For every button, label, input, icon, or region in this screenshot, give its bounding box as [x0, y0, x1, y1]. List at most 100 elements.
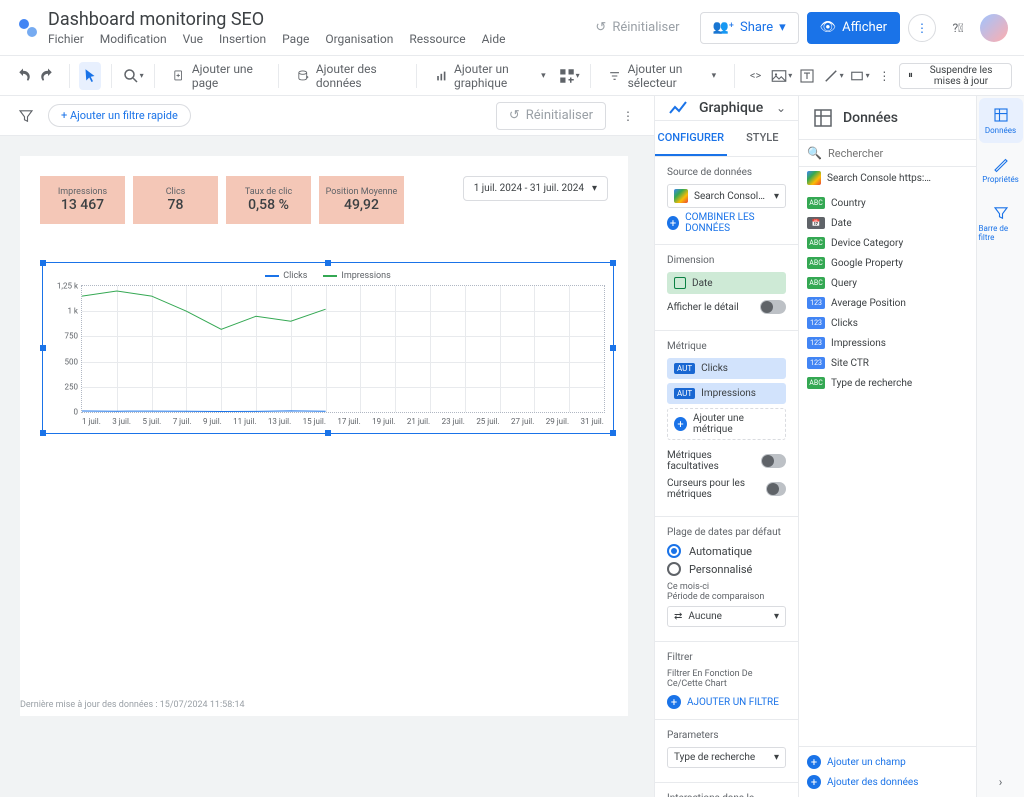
- search-icon: 🔍: [807, 146, 822, 160]
- kpi-position-moyenne[interactable]: Position Moyenne49,92: [319, 176, 404, 224]
- metric-sliders-toggle[interactable]: [766, 482, 786, 496]
- tab-configurer[interactable]: CONFIGURER: [655, 121, 727, 156]
- caret-down-icon: ▾: [774, 191, 779, 202]
- rail-proprietes[interactable]: Propriétés: [979, 147, 1023, 192]
- metric-chip-impressions[interactable]: AUTImpressions: [667, 383, 786, 404]
- compare-select[interactable]: ⇄Aucune▾: [667, 606, 786, 627]
- share-button[interactable]: 👥⁺Share▾: [700, 12, 799, 44]
- kpi-taux-clic[interactable]: Taux de clic0,58 %: [226, 176, 311, 224]
- menu-modification[interactable]: Modification: [100, 32, 167, 46]
- panel-title: Graphique: [699, 100, 768, 116]
- show-detail-label: Afficher le détail: [667, 302, 739, 313]
- data-icon: [811, 106, 835, 130]
- add-page-button[interactable]: Ajouter une page: [164, 62, 267, 90]
- add-field-link[interactable]: +Ajouter un champ: [807, 755, 906, 769]
- field-item[interactable]: ABCQuery: [799, 273, 976, 293]
- suspend-updates-button[interactable]: ⏸Suspendre les mises à jour: [899, 63, 1012, 89]
- zoom-button[interactable]: ▾: [122, 62, 144, 90]
- field-item[interactable]: 123Clicks: [799, 313, 976, 333]
- metric-chip-clicks[interactable]: AUTClicks: [667, 358, 786, 379]
- radio-custom[interactable]: Personnalisé: [667, 562, 786, 576]
- add-metric-chip[interactable]: +Ajouter une métrique: [667, 408, 786, 440]
- rail-expand-icon[interactable]: ›: [991, 767, 1011, 797]
- menu-ressource[interactable]: Ressource: [409, 32, 465, 46]
- selection-tool[interactable]: [79, 62, 100, 90]
- kpi-impressions[interactable]: Impressions13 467: [40, 176, 125, 224]
- image-button[interactable]: ▾: [770, 62, 792, 90]
- search-input[interactable]: [828, 147, 968, 160]
- caret-down-icon: ▾: [779, 20, 786, 35]
- show-detail-toggle[interactable]: [760, 300, 786, 314]
- field-item[interactable]: ABCType de recherche: [799, 373, 976, 393]
- more-options-button[interactable]: ⋮: [908, 14, 936, 42]
- redo-button[interactable]: [37, 62, 58, 90]
- pause-icon: ⏸: [908, 70, 913, 81]
- parameter-select[interactable]: Type de recherche▾: [667, 747, 786, 768]
- field-item[interactable]: ABCDevice Category: [799, 233, 976, 253]
- filter-reinit-button[interactable]: ↺Réinitialiser: [496, 102, 606, 130]
- report-page[interactable]: Impressions13 467 Clics78 Taux de clic0,…: [20, 156, 628, 716]
- metric-sliders-label: Curseurs pour les métriques: [667, 478, 766, 500]
- undo-button[interactable]: [12, 62, 33, 90]
- caret-down-icon: ▾: [592, 183, 597, 194]
- searchconsole-icon: [807, 171, 821, 185]
- parameters-label: Parameters: [667, 730, 786, 741]
- add-data-link[interactable]: +Ajouter des données: [807, 775, 918, 789]
- compare-label: Période de comparaison: [667, 592, 786, 602]
- this-month-label: Ce mois-ci: [667, 582, 786, 592]
- data-panel: Données 🔍 Search Console https:… ABCCoun…: [799, 96, 976, 797]
- embed-button[interactable]: <>: [745, 62, 766, 90]
- filter-more-button[interactable]: ⋮: [614, 102, 642, 130]
- interactions-label: Interactions dans le graphique: [667, 793, 786, 797]
- page-title[interactable]: Dashboard monitoring SEO: [48, 9, 583, 30]
- menu-vue[interactable]: Vue: [183, 32, 203, 46]
- caret-down-icon: ▾: [774, 752, 779, 763]
- field-item[interactable]: 📅Date: [799, 213, 976, 233]
- field-item[interactable]: ABCCountry: [799, 193, 976, 213]
- filter-label: Filtrer: [667, 652, 786, 663]
- menu-insertion[interactable]: Insertion: [219, 32, 266, 46]
- header: Dashboard monitoring SEO Fichier Modific…: [0, 0, 1024, 56]
- field-item[interactable]: 123Site CTR: [799, 353, 976, 373]
- field-item[interactable]: 123Average Position: [799, 293, 976, 313]
- add-filter-link[interactable]: +AJOUTER UN FILTRE: [667, 695, 779, 709]
- 123-type-icon: 123: [807, 297, 825, 309]
- add-selector-button[interactable]: Ajouter un sélecteur▾: [600, 62, 724, 90]
- filter-icon[interactable]: [12, 102, 40, 130]
- afficher-button[interactable]: 👁Afficher: [807, 12, 900, 44]
- kpi-clics[interactable]: Clics78: [133, 176, 218, 224]
- dimension-chip-date[interactable]: Date: [667, 272, 786, 294]
- data-panel-title: Données: [843, 110, 964, 126]
- tab-style[interactable]: STYLE: [727, 121, 799, 156]
- combine-data-link[interactable]: +COMBINER LES DONNÉES: [667, 212, 786, 234]
- menu-organisation[interactable]: Organisation: [325, 32, 393, 46]
- community-viz-button[interactable]: ▾: [558, 62, 580, 90]
- add-quick-filter-button[interactable]: + Ajouter un filtre rapide: [48, 104, 191, 127]
- field-item[interactable]: ABCGoogle Property: [799, 253, 976, 273]
- rail-donnees[interactable]: Données: [979, 98, 1023, 143]
- add-chart-button[interactable]: Ajouter un graphique▾: [427, 62, 554, 90]
- optional-metrics-toggle[interactable]: [761, 454, 786, 468]
- date-range-control[interactable]: 1 juil. 2024 - 31 juil. 2024▾: [463, 176, 608, 201]
- selected-chart[interactable]: Clicks Impressions 1,25 k 1 k 750 500 25…: [42, 262, 614, 434]
- menu-aide[interactable]: Aide: [482, 32, 506, 46]
- line-button[interactable]: ▾: [822, 62, 844, 90]
- shape-button[interactable]: ▾: [848, 62, 870, 90]
- field-search[interactable]: 🔍: [799, 140, 976, 167]
- menu-bar: Fichier Modification Vue Insertion Page …: [48, 32, 583, 46]
- chevron-down-icon[interactable]: ⌄: [776, 101, 786, 115]
- avatar[interactable]: [980, 14, 1008, 42]
- menu-fichier[interactable]: Fichier: [48, 32, 84, 46]
- more-tools-button[interactable]: ⋮: [874, 62, 895, 90]
- field-item[interactable]: 123Impressions: [799, 333, 976, 353]
- reinit-button[interactable]: ↺Réinitialiser: [583, 12, 691, 44]
- help-icon[interactable]: ?⃝: [944, 14, 972, 42]
- rail-filtre[interactable]: Barre de filtre: [979, 196, 1023, 250]
- menu-page[interactable]: Page: [282, 32, 309, 46]
- text-button[interactable]: [796, 62, 817, 90]
- add-data-button[interactable]: Ajouter des données: [288, 62, 406, 90]
- chart-type-icon[interactable]: [667, 96, 691, 120]
- radio-auto[interactable]: Automatique: [667, 544, 786, 558]
- data-source-item[interactable]: Search Console https:…: [799, 167, 976, 189]
- datasource-chip[interactable]: Search Console https://transfonumerique.…: [667, 184, 786, 208]
